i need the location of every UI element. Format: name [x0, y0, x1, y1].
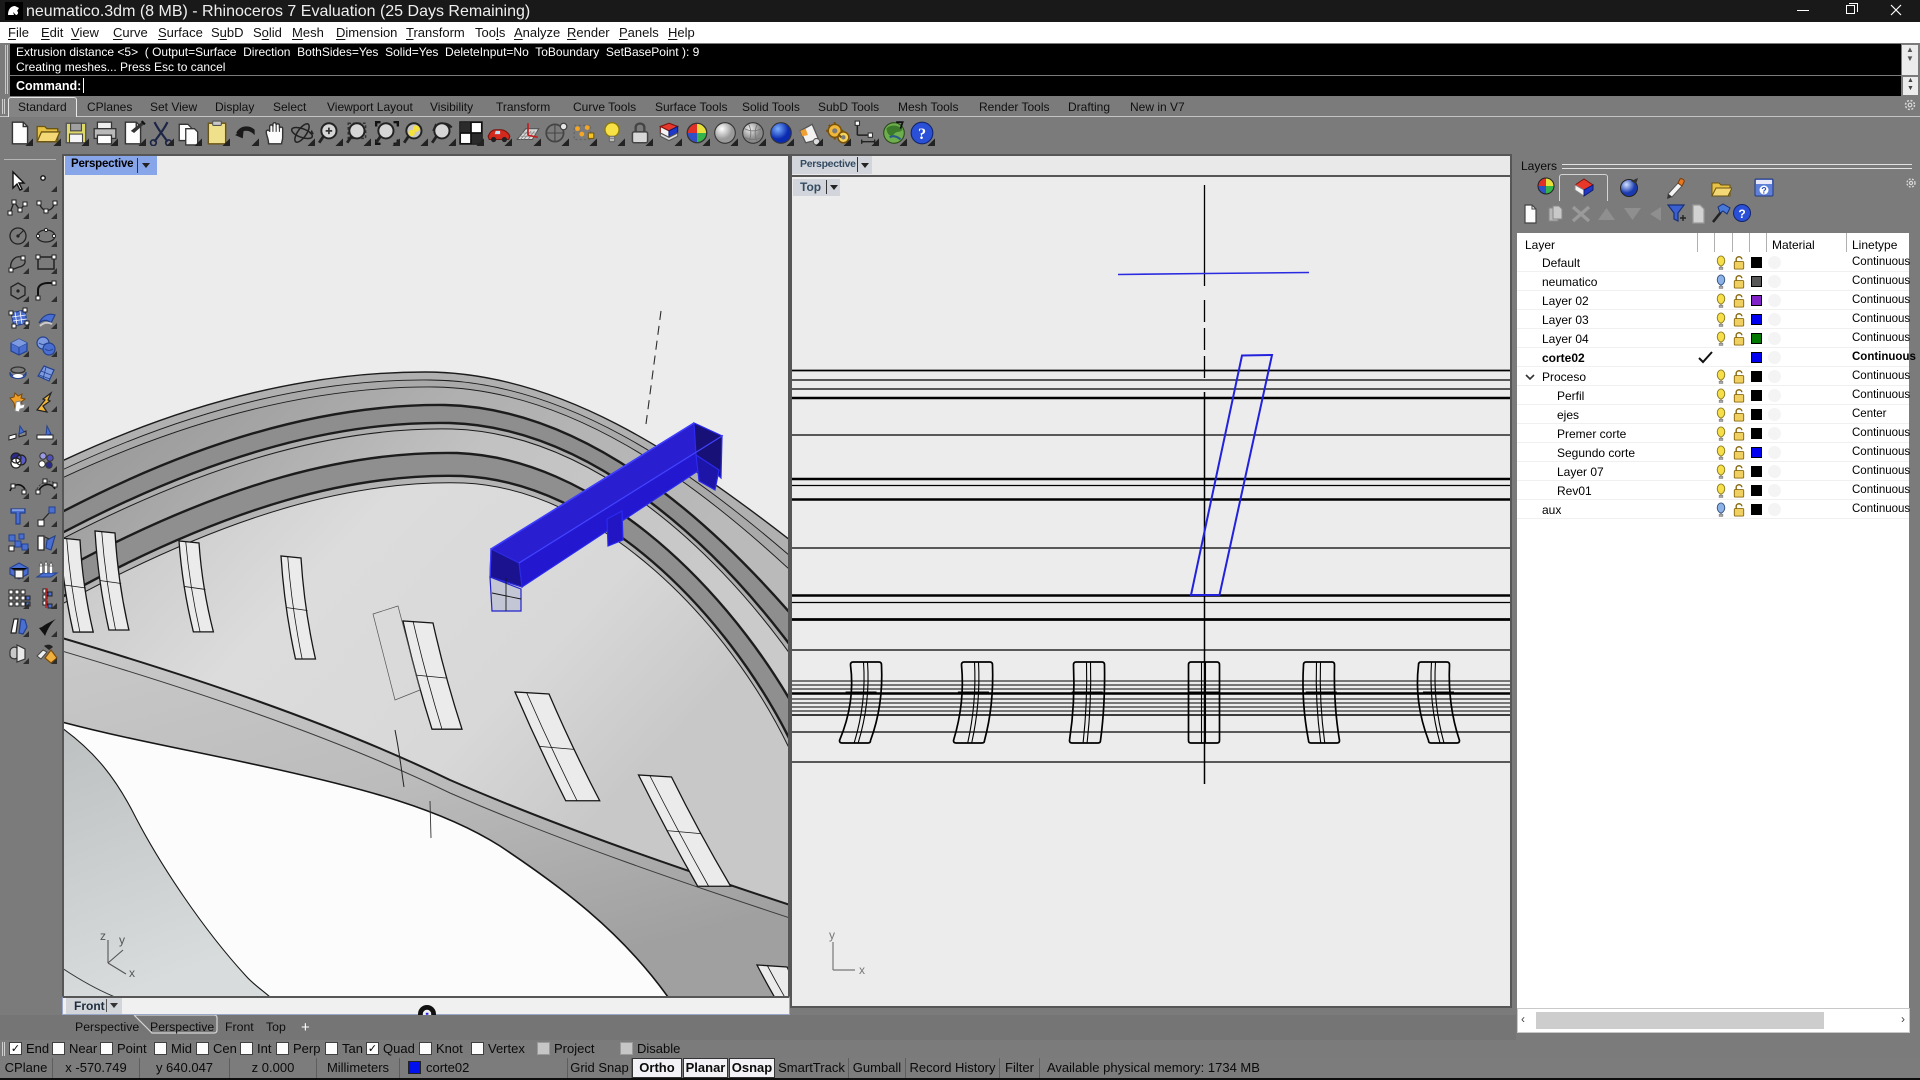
svg-text:y: y [829, 928, 835, 942]
svg-text:x: x [859, 963, 865, 977]
svg-text:y: y [119, 933, 125, 947]
svg-text:x: x [129, 966, 135, 980]
svg-text:?: ? [1761, 186, 1767, 196]
svg-text:?: ? [1738, 207, 1745, 221]
svg-text:z: z [100, 929, 106, 943]
svg-text:?: ? [918, 125, 926, 143]
